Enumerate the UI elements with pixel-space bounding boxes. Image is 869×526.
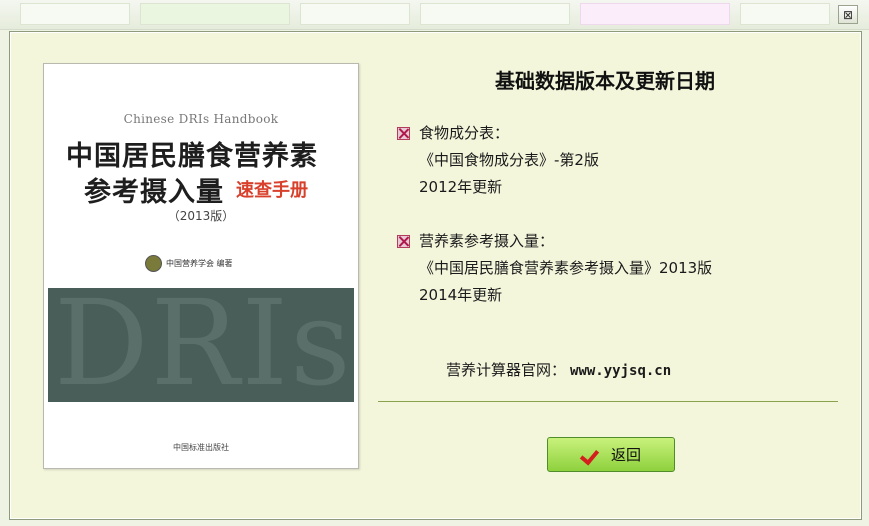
section-source: 《中国居民膳食营养素参考摄入量》2013版 [419,259,713,277]
close-icon[interactable]: ⊠ [838,5,858,24]
divider [378,401,838,402]
version-info-dialog: Chinese DRIs Handbook 中国居民膳食营养素 参考摄入量 速查… [9,31,862,520]
book-english-title: Chinese DRIs Handbook [123,112,279,126]
book-band-text: DRIs [54,288,353,402]
section-food-composition: 食物成分表： 《中国食物成分表》-第2版 2012年更新 [397,120,599,201]
background-table-strip [0,0,869,30]
section-nutrient-intake: 营养素参考摄入量： 《中国居民膳食营养素参考摄入量》2013版 2014年更新 [397,228,713,309]
bullet-x-icon [397,235,410,248]
return-button-label: 返回 [610,446,641,464]
book-press: 中国标准出版社 [173,443,229,452]
background-cell [300,3,410,25]
publisher-logo-icon [145,255,162,272]
website-label: 营养计算器官网： [446,361,567,379]
book-title-accent: 速查手册 [236,180,308,201]
book-edition: （2013版） [167,209,235,223]
section-title: 食物成分表： [419,124,510,142]
website-link[interactable]: www.yyjsq.cn [570,363,671,379]
section-title: 营养素参考摄入量： [419,232,555,250]
section-source: 《中国食物成分表》-第2版 [419,151,599,169]
section-update: 2012年更新 [419,178,503,196]
background-cell [20,3,130,25]
checkmark-icon [581,446,599,464]
website-line: 营养计算器官网： www.yyjsq.cn [446,359,671,380]
background-cell [140,3,290,25]
background-cell [420,3,570,25]
book-title-line1: 中国居民膳食营养素 [66,141,318,172]
section-update: 2014年更新 [419,286,503,304]
background-cell [580,3,730,25]
background-cell [740,3,830,25]
book-author: 中国营养学会 编著 [166,259,233,268]
book-band: DRIs [48,288,354,402]
book-cover-image: Chinese DRIs Handbook 中国居民膳食营养素 参考摄入量 速查… [43,63,359,469]
bullet-x-icon [397,127,410,140]
dialog-heading: 基础数据版本及更新日期 [495,69,715,93]
return-button[interactable]: 返回 [547,437,675,472]
book-title-line2: 参考摄入量 [84,177,224,208]
